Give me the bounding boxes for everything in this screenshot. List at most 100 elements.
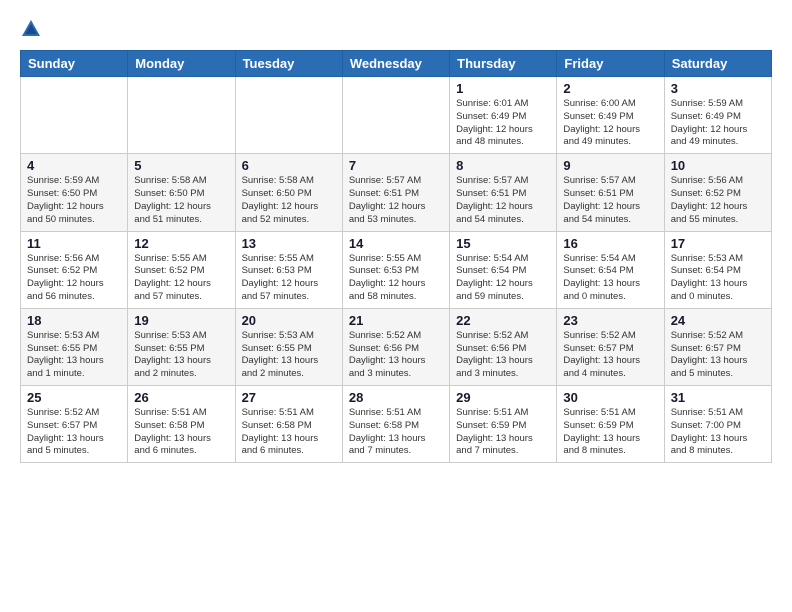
calendar-empty-cell [128,77,235,154]
weekday-header-saturday: Saturday [664,51,771,77]
day-info: Sunrise: 5:57 AM Sunset: 6:51 PM Dayligh… [456,175,550,226]
weekday-header-tuesday: Tuesday [235,51,342,77]
weekday-header-sunday: Sunday [21,51,128,77]
day-number: 30 [563,390,657,405]
day-info: Sunrise: 5:56 AM Sunset: 6:52 PM Dayligh… [27,253,121,304]
day-number: 16 [563,236,657,251]
day-number: 13 [242,236,336,251]
weekday-header-thursday: Thursday [450,51,557,77]
day-number: 22 [456,313,550,328]
day-number: 12 [134,236,228,251]
calendar-day-15: 15Sunrise: 5:54 AM Sunset: 6:54 PM Dayli… [450,231,557,308]
day-number: 23 [563,313,657,328]
calendar-day-25: 25 Sunrise: 5:52 AM Sunset: 6:57 PM Dayli… [21,386,128,463]
day-info: Sunrise: 5:55 AM Sunset: 6:53 PM Dayligh… [349,253,443,304]
calendar-day-30: 30Sunrise: 5:51 AM Sunset: 6:59 PM Dayli… [557,386,664,463]
calendar-day-4: 4Sunrise: 5:59 AM Sunset: 6:50 PM Daylig… [21,154,128,231]
calendar-day-7: 7 Sunrise: 5:57 AM Sunset: 6:51 PM Daylig… [342,154,449,231]
day-info: Sunrise: 5:52 AM Sunset: 6:57 PM Dayligh… [563,330,657,381]
calendar-empty-cell [21,77,128,154]
calendar-day-17: 17 Sunrise: 5:53 AM Sunset: 6:54 PM Dayli… [664,231,771,308]
calendar-week-row: 25 Sunrise: 5:52 AM Sunset: 6:57 PM Dayli… [21,386,772,463]
day-info: Sunrise: 6:00 AM Sunset: 6:49 PM Dayligh… [563,98,657,149]
day-number: 20 [242,313,336,328]
calendar-day-22: 22 Sunrise: 5:52 AM Sunset: 6:56 PM Dayli… [450,308,557,385]
day-number: 4 [27,158,121,173]
day-info: Sunrise: 5:52 AM Sunset: 6:57 PM Dayligh… [671,330,765,381]
day-number: 1 [456,81,550,96]
calendar-day-14: 14 Sunrise: 5:55 AM Sunset: 6:53 PM Dayli… [342,231,449,308]
day-info: Sunrise: 5:55 AM Sunset: 6:53 PM Dayligh… [242,253,336,304]
day-info: Sunrise: 5:53 AM Sunset: 6:55 PM Dayligh… [27,330,121,381]
day-number: 10 [671,158,765,173]
calendar-day-5: 5 Sunrise: 5:58 AM Sunset: 6:50 PM Daylig… [128,154,235,231]
day-number: 14 [349,236,443,251]
day-number: 27 [242,390,336,405]
calendar-day-21: 21 Sunrise: 5:52 AM Sunset: 6:56 PM Dayli… [342,308,449,385]
calendar-table: SundayMondayTuesdayWednesdayThursdayFrid… [20,50,772,463]
day-info: Sunrise: 5:52 AM Sunset: 6:56 PM Dayligh… [349,330,443,381]
day-number: 19 [134,313,228,328]
day-number: 6 [242,158,336,173]
calendar-day-1: 1 Sunrise: 6:01 AM Sunset: 6:49 PM Daylig… [450,77,557,154]
day-number: 28 [349,390,443,405]
day-number: 25 [27,390,121,405]
calendar-week-row: 18 Sunrise: 5:53 AM Sunset: 6:55 PM Dayli… [21,308,772,385]
day-info: Sunrise: 5:51 AM Sunset: 6:58 PM Dayligh… [242,407,336,458]
day-info: Sunrise: 5:53 AM Sunset: 6:55 PM Dayligh… [134,330,228,381]
calendar-day-18: 18 Sunrise: 5:53 AM Sunset: 6:55 PM Dayli… [21,308,128,385]
day-info: Sunrise: 5:55 AM Sunset: 6:52 PM Dayligh… [134,253,228,304]
weekday-header-wednesday: Wednesday [342,51,449,77]
calendar-week-row: 11Sunrise: 5:56 AM Sunset: 6:52 PM Dayli… [21,231,772,308]
day-number: 24 [671,313,765,328]
day-number: 5 [134,158,228,173]
page: SundayMondayTuesdayWednesdayThursdayFrid… [0,0,792,481]
day-info: Sunrise: 5:51 AM Sunset: 6:58 PM Dayligh… [349,407,443,458]
day-info: Sunrise: 5:56 AM Sunset: 6:52 PM Dayligh… [671,175,765,226]
day-number: 18 [27,313,121,328]
day-number: 7 [349,158,443,173]
calendar-day-24: 24 Sunrise: 5:52 AM Sunset: 6:57 PM Dayli… [664,308,771,385]
calendar-day-10: 10 Sunrise: 5:56 AM Sunset: 6:52 PM Dayli… [664,154,771,231]
calendar-day-27: 27 Sunrise: 5:51 AM Sunset: 6:58 PM Dayli… [235,386,342,463]
day-number: 26 [134,390,228,405]
day-info: Sunrise: 5:58 AM Sunset: 6:50 PM Dayligh… [134,175,228,226]
day-number: 9 [563,158,657,173]
day-info: Sunrise: 6:01 AM Sunset: 6:49 PM Dayligh… [456,98,550,149]
calendar-week-row: 1 Sunrise: 6:01 AM Sunset: 6:49 PM Daylig… [21,77,772,154]
calendar-day-9: 9 Sunrise: 5:57 AM Sunset: 6:51 PM Daylig… [557,154,664,231]
day-info: Sunrise: 5:54 AM Sunset: 6:54 PM Dayligh… [456,253,550,304]
day-info: Sunrise: 5:59 AM Sunset: 6:49 PM Dayligh… [671,98,765,149]
calendar-day-11: 11Sunrise: 5:56 AM Sunset: 6:52 PM Dayli… [21,231,128,308]
day-info: Sunrise: 5:52 AM Sunset: 6:56 PM Dayligh… [456,330,550,381]
day-info: Sunrise: 5:51 AM Sunset: 6:58 PM Dayligh… [134,407,228,458]
calendar-empty-cell [235,77,342,154]
day-number: 17 [671,236,765,251]
logo-icon [20,18,42,40]
calendar-day-19: 19 Sunrise: 5:53 AM Sunset: 6:55 PM Dayli… [128,308,235,385]
calendar-day-16: 16Sunrise: 5:54 AM Sunset: 6:54 PM Dayli… [557,231,664,308]
calendar-day-26: 26 Sunrise: 5:51 AM Sunset: 6:58 PM Dayli… [128,386,235,463]
logo [20,18,46,40]
day-info: Sunrise: 5:51 AM Sunset: 6:59 PM Dayligh… [456,407,550,458]
day-info: Sunrise: 5:57 AM Sunset: 6:51 PM Dayligh… [349,175,443,226]
header [20,18,772,40]
day-info: Sunrise: 5:51 AM Sunset: 7:00 PM Dayligh… [671,407,765,458]
calendar-day-29: 29 Sunrise: 5:51 AM Sunset: 6:59 PM Dayli… [450,386,557,463]
day-info: Sunrise: 5:52 AM Sunset: 6:57 PM Dayligh… [27,407,121,458]
weekday-header-row: SundayMondayTuesdayWednesdayThursdayFrid… [21,51,772,77]
calendar-day-20: 20Sunrise: 5:53 AM Sunset: 6:55 PM Dayli… [235,308,342,385]
calendar-empty-cell [342,77,449,154]
weekday-header-monday: Monday [128,51,235,77]
day-info: Sunrise: 5:53 AM Sunset: 6:54 PM Dayligh… [671,253,765,304]
calendar-day-31: 31Sunrise: 5:51 AM Sunset: 7:00 PM Dayli… [664,386,771,463]
calendar-day-28: 28 Sunrise: 5:51 AM Sunset: 6:58 PM Dayli… [342,386,449,463]
calendar-day-2: 2Sunrise: 6:00 AM Sunset: 6:49 PM Daylig… [557,77,664,154]
calendar-day-3: 3Sunrise: 5:59 AM Sunset: 6:49 PM Daylig… [664,77,771,154]
calendar-day-8: 8Sunrise: 5:57 AM Sunset: 6:51 PM Daylig… [450,154,557,231]
calendar-day-23: 23 Sunrise: 5:52 AM Sunset: 6:57 PM Dayli… [557,308,664,385]
day-info: Sunrise: 5:57 AM Sunset: 6:51 PM Dayligh… [563,175,657,226]
day-number: 21 [349,313,443,328]
calendar-day-12: 12 Sunrise: 5:55 AM Sunset: 6:52 PM Dayli… [128,231,235,308]
day-number: 29 [456,390,550,405]
